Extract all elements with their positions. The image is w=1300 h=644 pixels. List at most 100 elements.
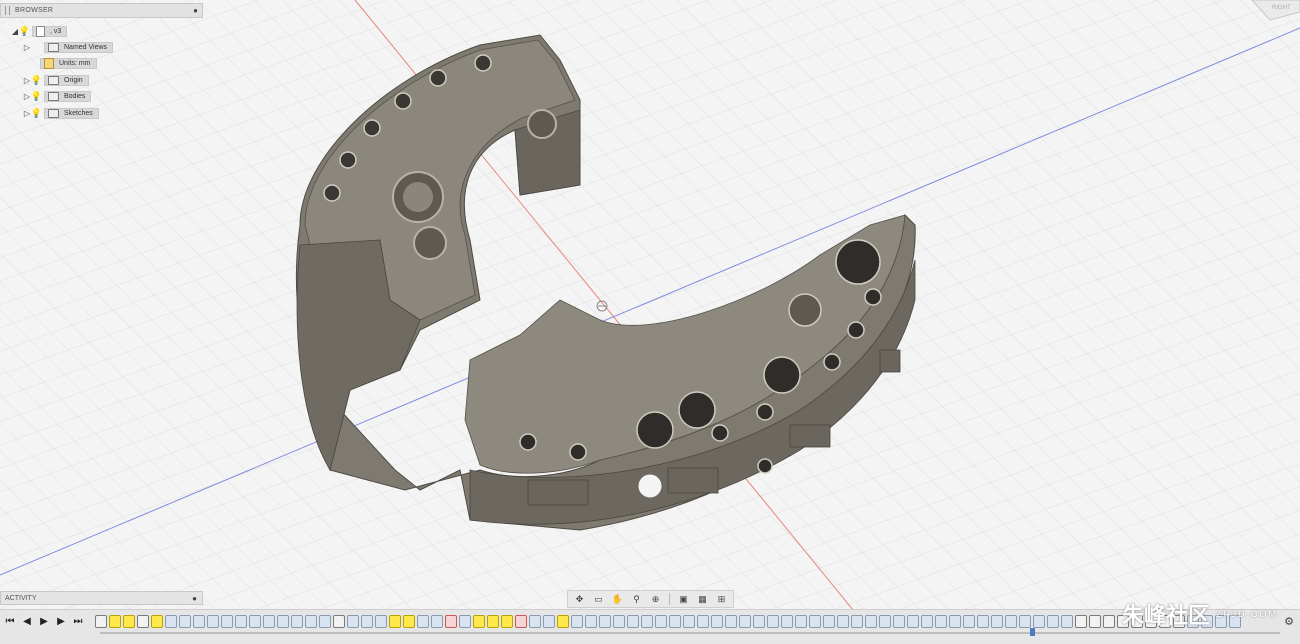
- activity-panel-header[interactable]: ACTIVITY ●: [0, 591, 203, 605]
- visibility-bulb-icon[interactable]: 💡: [19, 26, 30, 37]
- timeline-feature-icon[interactable]: [1061, 615, 1073, 628]
- fit-icon[interactable]: ⊕: [647, 593, 664, 605]
- pan-icon[interactable]: ✋: [609, 593, 626, 605]
- zoom-icon[interactable]: ⚲: [628, 593, 645, 605]
- timeline-feature-icon[interactable]: [473, 615, 485, 628]
- timeline-feature-icon[interactable]: [767, 615, 779, 628]
- timeline-feature-icon[interactable]: [697, 615, 709, 628]
- timeline-feature-icon[interactable]: [893, 615, 905, 628]
- timeline-feature-icon[interactable]: [571, 615, 583, 628]
- timeline-feature-icon[interactable]: [627, 615, 639, 628]
- timeline-feature-icon[interactable]: [823, 615, 835, 628]
- timeline-feature-icon[interactable]: [333, 615, 345, 628]
- timeline-feature-icon[interactable]: [361, 615, 373, 628]
- orbit-icon[interactable]: ✥: [571, 593, 588, 605]
- timeline-feature-icon[interactable]: [725, 615, 737, 628]
- timeline-feature-icon[interactable]: [921, 615, 933, 628]
- viewports-icon[interactable]: ⊞: [713, 593, 730, 605]
- collapse-icon[interactable]: ●: [193, 6, 198, 15]
- timeline-feature-icon[interactable]: [711, 615, 723, 628]
- browser-header[interactable]: BROWSER ●: [0, 3, 203, 18]
- timeline-feature-icon[interactable]: [879, 615, 891, 628]
- timeline-feature-icon[interactable]: [319, 615, 331, 628]
- timeline-feature-icon[interactable]: [347, 615, 359, 628]
- timeline-feature-icon[interactable]: [249, 615, 261, 628]
- timeline-feature-icon[interactable]: [165, 615, 177, 628]
- tree-item-units[interactable]: Units: mm: [32, 57, 97, 70]
- timeline-feature-icon[interactable]: [109, 615, 121, 628]
- timeline-feature-icon[interactable]: [991, 615, 1003, 628]
- timeline-feature-icon[interactable]: [1005, 615, 1017, 628]
- timeline-feature-icon[interactable]: [1089, 615, 1101, 628]
- timeline-feature-icon[interactable]: [235, 615, 247, 628]
- timeline-feature-icon[interactable]: [585, 615, 597, 628]
- tree-item-origin[interactable]: ▷ 💡 Origin: [22, 74, 89, 87]
- timeline-feature-icon[interactable]: [781, 615, 793, 628]
- timeline-feature-icon[interactable]: [865, 615, 877, 628]
- timeline-marker[interactable]: [1030, 628, 1035, 636]
- timeline-feature-icon[interactable]: [445, 615, 457, 628]
- 3d-viewport[interactable]: RIGHT: [0, 0, 1300, 643]
- step-forward-icon[interactable]: ▶: [55, 616, 67, 627]
- timeline-feature-icon[interactable]: [1075, 615, 1087, 628]
- play-icon[interactable]: ▶: [38, 616, 50, 627]
- timeline-feature-icon[interactable]: [403, 615, 415, 628]
- timeline-feature-icon[interactable]: [487, 615, 499, 628]
- timeline-feature-icon[interactable]: [515, 615, 527, 628]
- timeline-feature-icon[interactable]: [263, 615, 275, 628]
- timeline-feature-icon[interactable]: [1047, 615, 1059, 628]
- timeline-feature-icon[interactable]: [305, 615, 317, 628]
- timeline-feature-icon[interactable]: [123, 615, 135, 628]
- timeline-feature-icon[interactable]: [529, 615, 541, 628]
- expand-triangle-icon[interactable]: ▷: [22, 43, 32, 52]
- tree-item-sketches[interactable]: ▷ 💡 Sketches: [22, 107, 99, 120]
- timeline-feature-icon[interactable]: [277, 615, 289, 628]
- grid-settings-icon[interactable]: ▦: [694, 593, 711, 605]
- timeline-feature-icon[interactable]: [851, 615, 863, 628]
- visibility-bulb-icon[interactable]: 💡: [31, 75, 42, 86]
- timeline-feature-icon[interactable]: [669, 615, 681, 628]
- timeline-feature-icon[interactable]: [977, 615, 989, 628]
- timeline-feature-icon[interactable]: [907, 615, 919, 628]
- drag-grip-icon[interactable]: [5, 6, 10, 15]
- look-at-icon[interactable]: ▭: [590, 593, 607, 605]
- timeline-feature-icon[interactable]: [655, 615, 667, 628]
- timeline-feature-icon[interactable]: [683, 615, 695, 628]
- gear-icon[interactable]: ⚙: [1284, 615, 1294, 628]
- tree-item-named-views[interactable]: ▷ Named Views: [22, 41, 114, 54]
- display-settings-icon[interactable]: ▣: [675, 593, 692, 605]
- timeline-feature-icon[interactable]: [207, 615, 219, 628]
- timeline-feature-icon[interactable]: [543, 615, 555, 628]
- tree-item-bodies[interactable]: ▷ 💡 Bodies: [22, 90, 92, 103]
- timeline-feature-icon[interactable]: [137, 615, 149, 628]
- timeline-feature-icon[interactable]: [431, 615, 443, 628]
- timeline-feature-icon[interactable]: [809, 615, 821, 628]
- tree-item-root[interactable]: ◢ 💡 , v3: [10, 25, 68, 38]
- timeline-feature-icon[interactable]: [151, 615, 163, 628]
- timeline-feature-icon[interactable]: [963, 615, 975, 628]
- timeline-feature-icon[interactable]: [95, 615, 107, 628]
- timeline-feature-icon[interactable]: [1033, 615, 1045, 628]
- step-back-icon[interactable]: ◀: [21, 616, 33, 627]
- timeline-feature-icon[interactable]: [1103, 615, 1115, 628]
- timeline-feature-icon[interactable]: [837, 615, 849, 628]
- timeline-feature-icon[interactable]: [795, 615, 807, 628]
- visibility-bulb-icon[interactable]: 💡: [31, 91, 42, 102]
- collapse-icon[interactable]: ●: [192, 594, 197, 603]
- timeline-feature-icon[interactable]: [557, 615, 569, 628]
- go-to-start-icon[interactable]: ⏮: [4, 616, 16, 627]
- timeline-feature-icon[interactable]: [459, 615, 471, 628]
- timeline-feature-icon[interactable]: [641, 615, 653, 628]
- timeline-feature-icon[interactable]: [753, 615, 765, 628]
- timeline-feature-icon[interactable]: [501, 615, 513, 628]
- timeline-feature-icon[interactable]: [389, 615, 401, 628]
- timeline-feature-icon[interactable]: [1019, 615, 1031, 628]
- go-to-end-icon[interactable]: ⏭: [72, 616, 84, 627]
- timeline-feature-icon[interactable]: [417, 615, 429, 628]
- timeline-feature-icon[interactable]: [949, 615, 961, 628]
- timeline-feature-icon[interactable]: [613, 615, 625, 628]
- timeline-feature-icon[interactable]: [935, 615, 947, 628]
- timeline-feature-icon[interactable]: [221, 615, 233, 628]
- timeline-feature-icon[interactable]: [179, 615, 191, 628]
- timeline-feature-icon[interactable]: [739, 615, 751, 628]
